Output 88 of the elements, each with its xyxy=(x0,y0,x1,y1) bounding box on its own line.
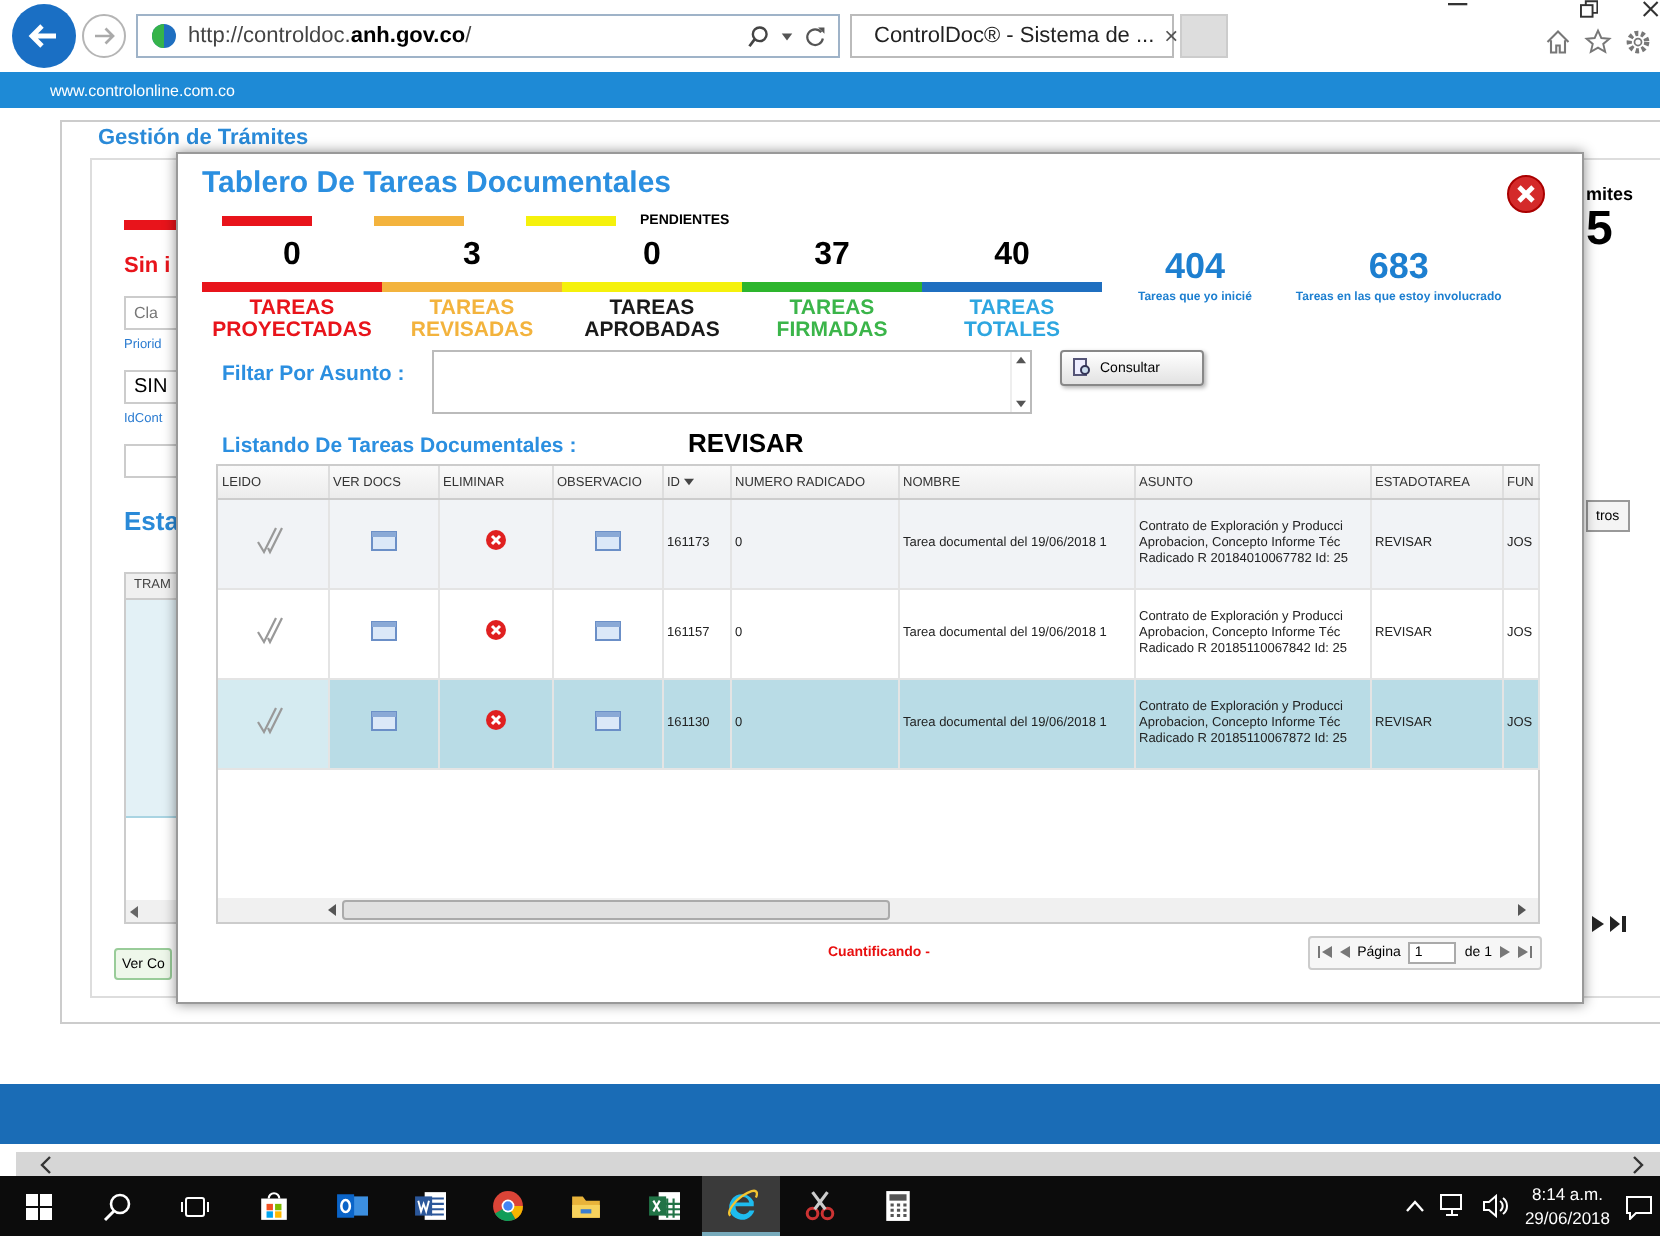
task-view-icon xyxy=(180,1191,210,1221)
clock-time: 8:14 a.m. xyxy=(1532,1182,1603,1206)
counter-value: 0 xyxy=(643,238,661,276)
field-placeholder: Cla xyxy=(134,304,159,322)
page-title: Gestión de Trámites xyxy=(96,124,311,150)
round-logo-icon xyxy=(491,1190,523,1222)
double-check-icon xyxy=(256,524,289,557)
start-icon xyxy=(24,1191,54,1221)
close-tab-button[interactable]: × xyxy=(1164,22,1179,50)
counter-value: 3 xyxy=(463,238,481,276)
address-field[interactable]: http://controldoc.anh.gov.co/ xyxy=(136,14,840,58)
delete-icon[interactable] xyxy=(483,618,507,643)
counter-value: 0 xyxy=(283,238,301,276)
scroll-thumb[interactable] xyxy=(342,900,890,921)
scroll-down-icon[interactable] xyxy=(1016,400,1026,409)
count-value: 5 xyxy=(1586,204,1613,256)
counter-label: TAREAS REVISADAS xyxy=(410,298,534,343)
caret-icon[interactable] xyxy=(780,29,794,43)
chevron-up-icon[interactable] xyxy=(1406,1200,1425,1212)
counter-label: TAREAS APROBADAS xyxy=(584,298,720,343)
spreadsheet-tile-icon xyxy=(647,1190,679,1222)
search-icon[interactable] xyxy=(746,24,770,48)
next-page-icon[interactable] xyxy=(1592,916,1604,932)
settings-icon[interactable] xyxy=(1624,28,1652,56)
field-value: SIN xyxy=(134,376,168,398)
back-arrow-icon xyxy=(28,20,60,52)
scroll-left-icon[interactable] xyxy=(328,904,338,917)
heading-bar xyxy=(124,220,176,230)
counter-label: TAREAS FIRMADAS xyxy=(776,298,888,343)
double-check-icon xyxy=(256,614,289,647)
search-icon xyxy=(102,1191,132,1221)
previous-page-icon[interactable] xyxy=(1339,946,1350,959)
first-page-icon[interactable] xyxy=(1317,946,1332,959)
close-icon[interactable] xyxy=(1506,174,1546,214)
site-favicon-icon xyxy=(150,22,178,50)
restore-icon[interactable] xyxy=(1579,0,1599,18)
clock[interactable]: 8:14 a.m. 29/06/2018 xyxy=(1524,1182,1610,1230)
calculator-icon xyxy=(881,1190,913,1222)
speaker-icon[interactable] xyxy=(1482,1194,1509,1218)
window-icon[interactable] xyxy=(369,618,397,643)
document-tile-icon xyxy=(413,1190,445,1222)
chevron-left-icon[interactable] xyxy=(40,1155,52,1173)
window-icon[interactable] xyxy=(593,618,621,643)
section-title: Esta xyxy=(124,506,179,536)
refresh-icon[interactable] xyxy=(804,25,826,47)
home-icon[interactable] xyxy=(1544,28,1572,56)
bag-icon xyxy=(257,1190,289,1222)
counter-label: TAREAS PROYECTADAS xyxy=(212,298,372,343)
counter-value: 37 xyxy=(814,238,850,276)
chevron-right-icon[interactable] xyxy=(1632,1155,1644,1173)
double-check-icon xyxy=(256,704,289,737)
listing-label: Listando De Tareas Documentales : xyxy=(222,434,579,459)
mail-tile-icon xyxy=(335,1190,367,1222)
window-icon[interactable] xyxy=(369,708,397,733)
stat-value: 404 xyxy=(1164,246,1225,288)
subject-field[interactable] xyxy=(432,350,1032,415)
clock-date: 29/06/2018 xyxy=(1524,1206,1610,1230)
scissors-icon xyxy=(803,1190,835,1222)
site-url-text: www.controlonline.com.co xyxy=(50,82,235,100)
network-icon[interactable] xyxy=(1440,1194,1467,1218)
tab-title: ControlDoc® - Sistema de ... xyxy=(874,24,1155,48)
browser-tab[interactable]: ControlDoc® - Sistema de ... × xyxy=(850,14,1174,58)
stat-value: 683 xyxy=(1368,246,1429,288)
section-heading: mites xyxy=(1586,184,1634,204)
delete-icon[interactable] xyxy=(483,528,507,553)
window-icon[interactable] xyxy=(593,528,621,553)
back-button[interactable] xyxy=(12,4,76,68)
star-icon[interactable] xyxy=(1584,28,1612,56)
counter-value: 40 xyxy=(994,238,1030,276)
listing-status: REVISAR xyxy=(688,428,804,459)
section-heading: Sin i xyxy=(124,254,171,278)
window-icon[interactable] xyxy=(593,708,621,733)
url-text: http://controldoc.anh.gov.co/ xyxy=(188,24,472,48)
folder-icon xyxy=(569,1190,601,1222)
close-icon[interactable] xyxy=(1642,0,1660,18)
window-icon[interactable] xyxy=(369,528,397,553)
document-search-icon xyxy=(1072,358,1092,379)
scroll-up-icon[interactable] xyxy=(1016,356,1026,365)
forward-arrow-icon xyxy=(92,24,116,48)
scroll-right-icon[interactable] xyxy=(1516,904,1526,917)
scroll-left-icon[interactable] xyxy=(130,905,140,917)
dialog-title: Tablero De Tareas Documentales xyxy=(202,166,672,200)
notification-icon[interactable] xyxy=(1626,1193,1652,1219)
counter-label: TAREAS TOTALES xyxy=(963,298,1061,343)
e-logo-icon xyxy=(725,1188,757,1220)
last-page-icon[interactable] xyxy=(1610,916,1626,932)
filter-label: Filtar Por Asunto : xyxy=(222,362,407,387)
delete-icon[interactable] xyxy=(483,708,507,733)
